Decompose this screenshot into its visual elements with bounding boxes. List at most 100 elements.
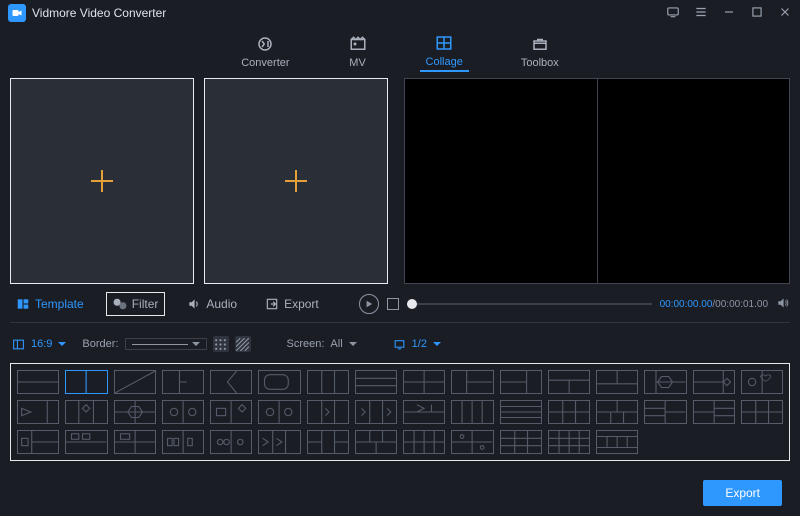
ratio-selector[interactable]: 16:9 — [12, 338, 66, 351]
collage-slot-2[interactable] — [204, 78, 388, 284]
subtab-filter[interactable]: Filter — [106, 292, 166, 316]
template-item[interactable] — [403, 430, 445, 454]
template-item[interactable] — [403, 370, 445, 394]
screen-value: All — [330, 338, 342, 350]
template-item[interactable] — [65, 430, 107, 454]
divider — [10, 322, 790, 323]
collage-slot-1[interactable] — [10, 78, 194, 284]
template-item[interactable] — [548, 400, 590, 424]
template-item[interactable] — [17, 400, 59, 424]
tab-converter-label: Converter — [241, 57, 289, 69]
template-grid-container — [10, 363, 790, 461]
template-item[interactable] — [596, 430, 638, 454]
template-item[interactable] — [403, 400, 445, 424]
template-item[interactable] — [500, 400, 542, 424]
preview-right — [598, 79, 790, 283]
plus-icon — [285, 170, 307, 192]
page-value: 1/2 — [412, 338, 427, 350]
template-item[interactable] — [307, 400, 349, 424]
app-title: Vidmore Video Converter — [32, 6, 666, 20]
border-color-button[interactable] — [235, 336, 251, 352]
template-item[interactable] — [741, 400, 783, 424]
volume-button[interactable] — [776, 296, 790, 313]
template-item[interactable] — [355, 400, 397, 424]
template-item[interactable] — [114, 430, 156, 454]
main-tabs: Converter MV Collage Toolbox — [0, 26, 800, 78]
template-item[interactable] — [307, 430, 349, 454]
subtab-audio[interactable]: Audio — [181, 293, 243, 315]
menu-icon[interactable] — [694, 5, 708, 22]
page-selector[interactable]: 1/2 — [393, 338, 441, 351]
template-item[interactable] — [65, 370, 107, 394]
template-item[interactable] — [596, 370, 638, 394]
template-item[interactable] — [210, 370, 252, 394]
template-item[interactable] — [548, 370, 590, 394]
template-item[interactable] — [355, 430, 397, 454]
template-item[interactable] — [114, 370, 156, 394]
maximize-button[interactable] — [750, 5, 764, 22]
template-item[interactable] — [258, 400, 300, 424]
template-item[interactable] — [162, 400, 204, 424]
subtab-audio-label: Audio — [206, 297, 237, 311]
collage-slots — [10, 78, 388, 284]
border-grid-button[interactable] — [213, 336, 229, 352]
template-item[interactable] — [258, 430, 300, 454]
seek-thumb[interactable] — [407, 299, 417, 309]
subtab-template[interactable]: Template — [10, 293, 90, 315]
screen-label: Screen: — [287, 338, 325, 350]
time-display: 00:00:00.00/00:00:01.00 — [660, 299, 768, 310]
chevron-down-icon — [433, 342, 441, 346]
template-item[interactable] — [451, 370, 493, 394]
tab-toolbox[interactable]: Toolbox — [515, 33, 565, 71]
template-item[interactable] — [451, 430, 493, 454]
template-item[interactable] — [548, 430, 590, 454]
template-item[interactable] — [451, 400, 493, 424]
template-item[interactable] — [17, 370, 59, 394]
template-item[interactable] — [210, 400, 252, 424]
template-item[interactable] — [644, 400, 686, 424]
template-grid — [17, 370, 783, 454]
close-button[interactable] — [778, 5, 792, 22]
border-style-dropdown[interactable] — [125, 338, 207, 350]
seek-slider[interactable] — [407, 303, 652, 305]
template-item[interactable] — [693, 400, 735, 424]
template-item[interactable] — [307, 370, 349, 394]
tab-mv[interactable]: MV — [342, 33, 374, 71]
tab-collage[interactable]: Collage — [420, 32, 469, 72]
template-item[interactable] — [500, 430, 542, 454]
preview-left — [405, 79, 598, 283]
template-item[interactable] — [596, 400, 638, 424]
template-item[interactable] — [693, 370, 735, 394]
border-control: Border: — [82, 336, 250, 352]
chevron-down-icon — [58, 342, 66, 346]
feedback-icon[interactable] — [666, 5, 680, 22]
time-total: 00:00:01.00 — [715, 299, 768, 310]
template-item[interactable] — [355, 370, 397, 394]
titlebar: Vidmore Video Converter — [0, 0, 800, 26]
template-item[interactable] — [644, 370, 686, 394]
ratio-value: 16:9 — [31, 338, 52, 350]
border-label: Border: — [82, 338, 118, 350]
stop-button[interactable] — [387, 298, 399, 310]
tab-toolbox-label: Toolbox — [521, 57, 559, 69]
screen-selector[interactable]: Screen: All — [287, 338, 357, 350]
border-line-preview — [132, 344, 188, 345]
minimize-button[interactable] — [722, 5, 736, 22]
template-item[interactable] — [258, 370, 300, 394]
chevron-down-icon — [349, 342, 357, 346]
play-button[interactable] — [359, 294, 379, 314]
template-item[interactable] — [114, 400, 156, 424]
tab-converter[interactable]: Converter — [235, 33, 295, 71]
template-item[interactable] — [162, 430, 204, 454]
template-item[interactable] — [17, 430, 59, 454]
template-item[interactable] — [162, 370, 204, 394]
template-item[interactable] — [65, 400, 107, 424]
subtab-export-label: Export — [284, 297, 319, 311]
template-item[interactable] — [210, 430, 252, 454]
playback-bar: 00:00:00.00/00:00:01.00 — [359, 294, 790, 314]
tab-mv-label: MV — [349, 57, 366, 69]
export-button[interactable]: Export — [703, 480, 782, 506]
template-item[interactable] — [500, 370, 542, 394]
template-item[interactable] — [741, 370, 783, 394]
subtab-export[interactable]: Export — [259, 293, 325, 315]
